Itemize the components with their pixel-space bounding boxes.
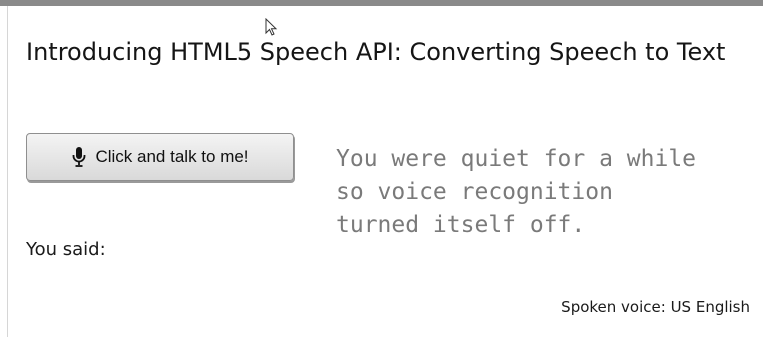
speech-demo-page: Introducing HTML5 Speech API: Converting… <box>0 0 763 337</box>
voice-info: Spoken voice: US English <box>561 298 750 316</box>
talk-button-label: Click and talk to me! <box>95 147 249 166</box>
top-border <box>0 0 763 6</box>
microphone-icon <box>71 146 87 168</box>
transcript-label: You said: <box>26 239 106 260</box>
mouse-cursor-icon <box>265 17 279 38</box>
page-title: Introducing HTML5 Speech API: Converting… <box>26 38 726 66</box>
left-edge-divider <box>7 6 8 337</box>
status-message: You were quiet for a while so voice reco… <box>336 146 697 238</box>
talk-button[interactable]: Click and talk to me! <box>26 133 294 181</box>
